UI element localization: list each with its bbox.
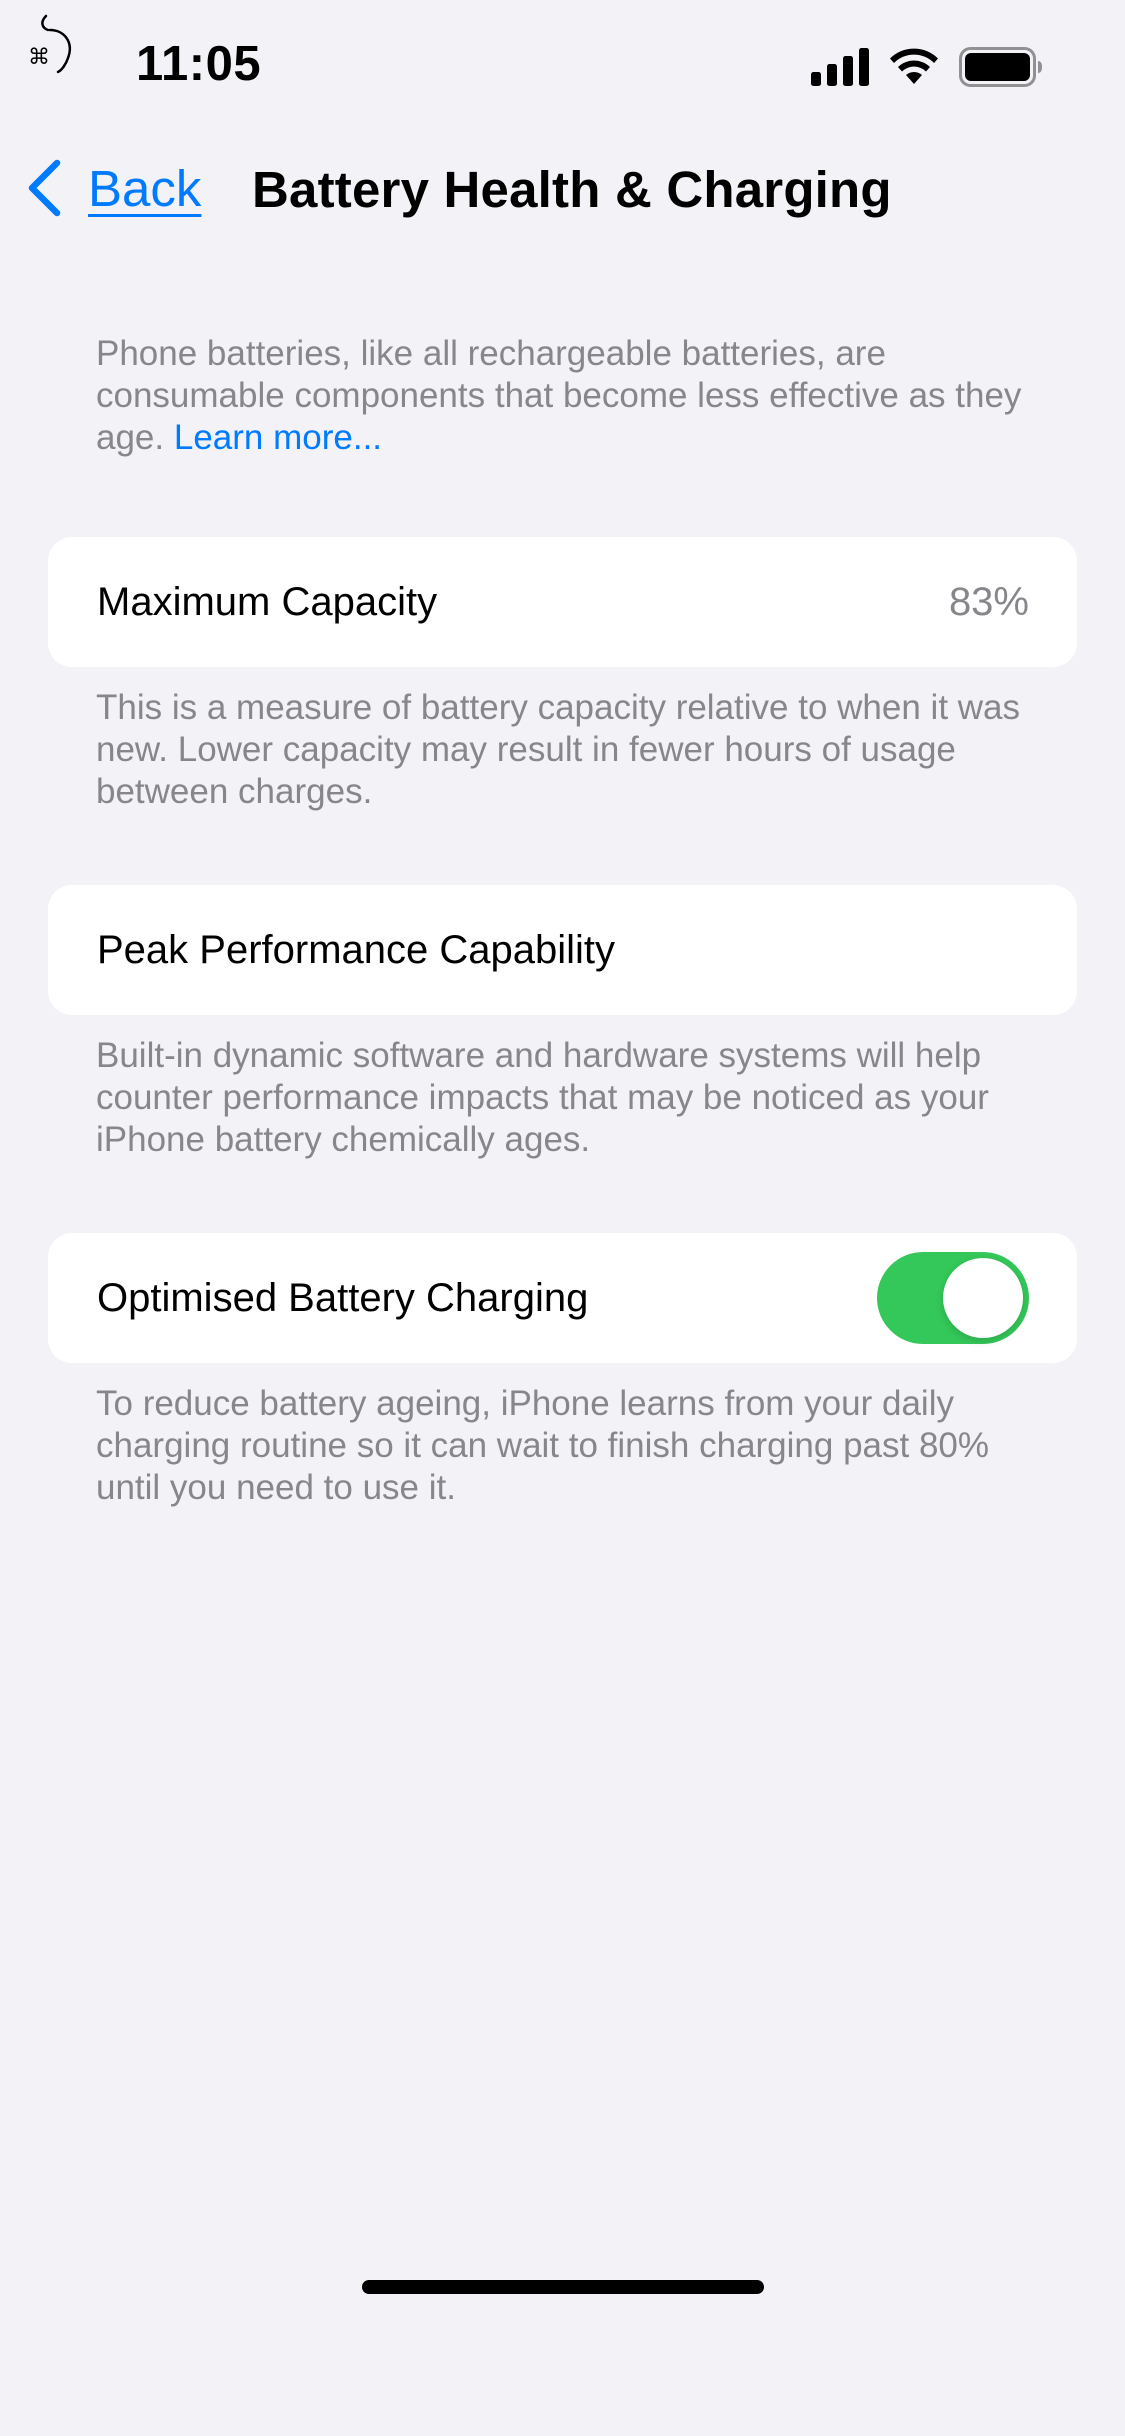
- toggle-knob: [943, 1258, 1023, 1338]
- maximum-capacity-label: Maximum Capacity: [97, 580, 438, 624]
- learn-more-link[interactable]: Learn more...: [174, 418, 382, 457]
- status-bar: ⌘ 11:05: [0, 0, 1125, 130]
- intro-text: Phone batteries, like all rechargeable b…: [96, 333, 1056, 459]
- optimised-charging-footer: To reduce battery ageing, iPhone learns …: [96, 1384, 990, 1507]
- battery-icon: [959, 47, 1042, 87]
- optimised-charging-label: Optimised Battery Charging: [97, 1276, 589, 1320]
- home-indicator[interactable]: [362, 2280, 764, 2294]
- back-label: Back: [88, 159, 202, 217]
- navigation-bar: Back Battery Health & Charging: [0, 140, 1125, 240]
- peak-performance-footer: Built-in dynamic software and hardware s…: [96, 1036, 989, 1159]
- page-title: Battery Health & Charging: [252, 161, 892, 218]
- app-notification-icon: ⌘: [28, 14, 71, 74]
- peak-performance-label: Peak Performance Capability: [97, 928, 616, 972]
- chevron-left-icon: [28, 159, 61, 217]
- back-button[interactable]: Back: [24, 158, 201, 218]
- status-time: 11:05: [136, 37, 262, 91]
- wifi-icon: [890, 48, 938, 84]
- optimised-charging-cell: Optimised Battery Charging: [48, 1233, 1077, 1363]
- maximum-capacity-value: 83%: [948, 580, 1029, 624]
- maximum-capacity-cell: Maximum Capacity 83%: [48, 537, 1077, 667]
- peak-performance-cell[interactable]: Peak Performance Capability: [48, 885, 1077, 1015]
- optimised-charging-toggle[interactable]: [877, 1252, 1029, 1344]
- status-icons: [811, 44, 1043, 90]
- cellular-signal-icon: [811, 48, 869, 86]
- maximum-capacity-footer: This is a measure of battery capacity re…: [96, 688, 1021, 811]
- svg-text:⌘: ⌘: [28, 45, 50, 70]
